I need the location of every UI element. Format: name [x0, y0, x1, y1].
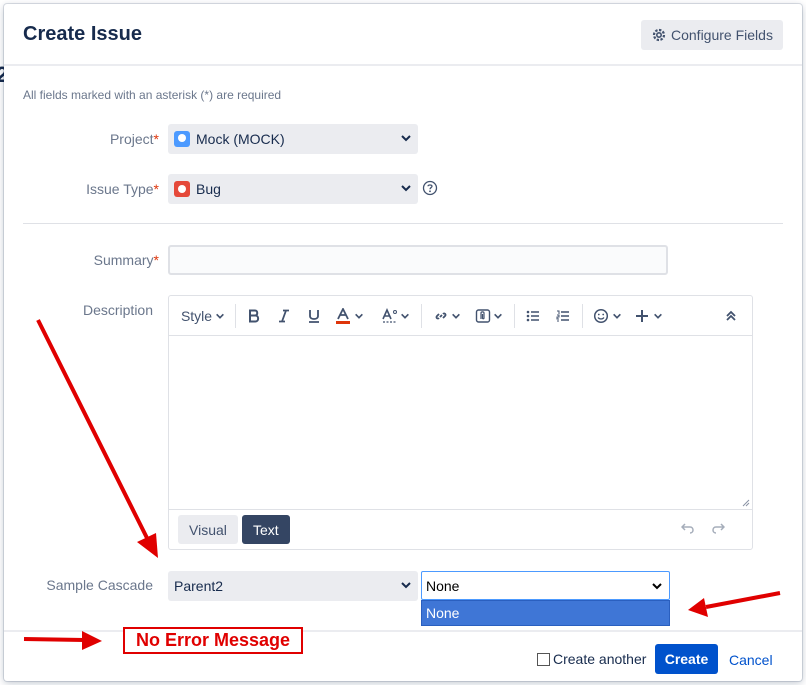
- insert-more-button[interactable]: [633, 304, 665, 328]
- bold-icon: [249, 309, 260, 323]
- cascade-child-select[interactable]: None: [421, 571, 670, 600]
- chevron-down-icon: [401, 185, 411, 192]
- collapse-toolbar-button[interactable]: [721, 304, 741, 328]
- editor-toolbar: Style: [169, 296, 752, 336]
- toolbar-divider: [421, 304, 422, 328]
- project-avatar-icon: [174, 131, 190, 147]
- create-another-option[interactable]: Create another: [537, 651, 646, 667]
- style-dropdown-label: Style: [180, 308, 213, 324]
- create-another-label: Create another: [553, 651, 647, 667]
- cascade-parent-value: Parent2: [174, 578, 224, 594]
- chevron-down-icon: [216, 313, 224, 319]
- dialog-header: Create Issue Configure Fields: [4, 4, 802, 66]
- emoji-button[interactable]: [590, 304, 624, 328]
- underline-button[interactable]: [303, 304, 325, 328]
- chevron-down-icon: [494, 313, 502, 319]
- configure-fields-button[interactable]: Configure Fields: [641, 20, 783, 50]
- gear-icon: [652, 28, 666, 42]
- chevron-down-icon: [401, 135, 411, 142]
- chevron-down-icon: [652, 583, 662, 590]
- chevron-down-icon: [401, 582, 411, 589]
- project-label: Project*: [44, 131, 159, 147]
- toolbar-divider: [582, 304, 583, 328]
- description-text-area[interactable]: [169, 337, 752, 509]
- chevron-down-icon: [654, 313, 662, 319]
- required-asterisk: *: [153, 181, 159, 197]
- resize-handle-icon[interactable]: [742, 499, 750, 507]
- summary-label-text: Summary: [93, 252, 154, 268]
- bug-icon: [174, 181, 190, 197]
- text-color-icon: [336, 308, 350, 324]
- style-dropdown[interactable]: Style: [179, 304, 227, 328]
- configure-fields-label: Configure Fields: [671, 27, 773, 43]
- cascade-child-value: None: [426, 577, 460, 594]
- project-label-text: Project: [109, 131, 154, 147]
- annotation-callout: No Error Message: [123, 627, 303, 654]
- create-button[interactable]: Create: [655, 644, 718, 674]
- required-asterisk: *: [153, 131, 159, 147]
- bullet-list-button[interactable]: [522, 304, 544, 328]
- required-asterisk: *: [153, 252, 159, 268]
- link-button[interactable]: [429, 304, 465, 328]
- cascade-parent-select[interactable]: Parent2: [168, 571, 418, 601]
- cascade-child-option-none[interactable]: None: [421, 600, 670, 626]
- emoji-icon: [593, 308, 608, 324]
- summary-label: Summary*: [44, 252, 159, 268]
- issue-type-select[interactable]: Bug: [168, 174, 418, 204]
- attachment-button[interactable]: [471, 304, 507, 328]
- required-fields-note: All fields marked with an asterisk (*) a…: [23, 88, 282, 102]
- section-divider: [23, 223, 783, 224]
- italic-icon: [279, 309, 289, 323]
- double-chevron-up-icon: [726, 310, 736, 321]
- chevron-down-icon: [612, 313, 621, 319]
- link-icon: [435, 312, 447, 320]
- issue-type-label: Issue Type*: [44, 181, 159, 197]
- undo-icon[interactable]: [681, 522, 695, 534]
- toolbar-divider: [514, 304, 515, 328]
- underline-icon: [309, 310, 319, 323]
- text-format-button[interactable]: [379, 304, 413, 328]
- italic-button[interactable]: [273, 304, 295, 328]
- bold-button[interactable]: [243, 304, 265, 328]
- attachment-icon: [475, 309, 491, 323]
- description-label: Description: [82, 302, 153, 318]
- summary-input[interactable]: [168, 245, 668, 275]
- text-color-button[interactable]: [333, 304, 367, 328]
- numbered-list-icon: [556, 310, 569, 322]
- issue-type-select-value: Bug: [196, 181, 221, 197]
- text-format-icon: [382, 308, 397, 323]
- dialog-title: Create Issue: [23, 23, 142, 45]
- editor-mode-bar: Visual Text: [169, 509, 752, 549]
- visual-mode-tab[interactable]: Visual: [178, 515, 238, 544]
- cancel-link[interactable]: Cancel: [729, 652, 773, 668]
- numbered-list-button[interactable]: [552, 304, 574, 328]
- description-editor: Style Visual Text: [168, 295, 753, 550]
- issue-type-label-text: Issue Type: [86, 181, 154, 197]
- create-another-checkbox[interactable]: [537, 652, 550, 666]
- sample-cascade-label: Sample Cascade: [46, 577, 153, 593]
- redo-icon[interactable]: [711, 522, 725, 534]
- text-mode-tab[interactable]: Text: [242, 515, 290, 544]
- project-select-value: Mock (MOCK): [196, 131, 285, 147]
- project-select[interactable]: Mock (MOCK): [168, 124, 418, 154]
- chevron-down-icon: [401, 313, 409, 319]
- bullet-list-icon: [526, 310, 539, 322]
- create-issue-dialog: Create Issue Configure Fields All fields…: [4, 4, 802, 681]
- chevron-down-icon: [355, 313, 363, 319]
- chevron-down-icon: [452, 313, 460, 319]
- toolbar-divider: [235, 304, 236, 328]
- plus-icon: [636, 310, 648, 322]
- help-icon[interactable]: [422, 180, 438, 196]
